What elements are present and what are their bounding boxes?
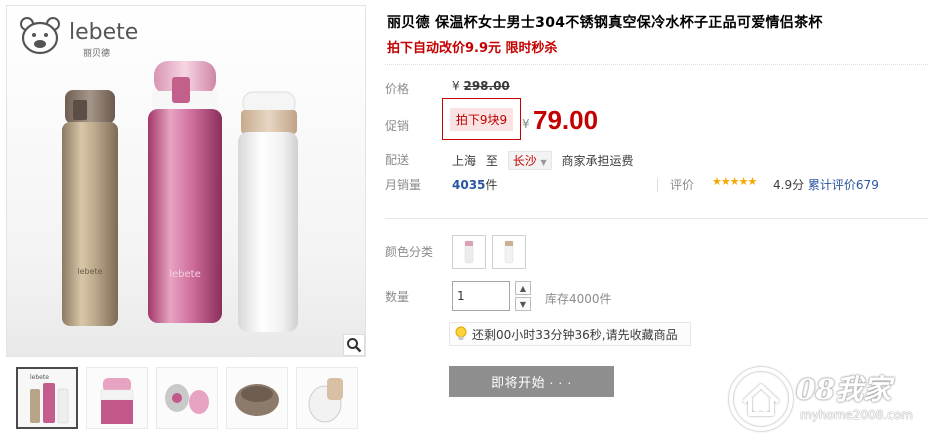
svg-text:lebete: lebete xyxy=(169,269,201,280)
brand-logo: lebete 丽贝德 xyxy=(15,12,165,60)
color-label: 颜色分类 xyxy=(385,245,434,259)
house-logo-icon xyxy=(729,367,793,431)
svg-text:lebete: lebete xyxy=(30,374,49,381)
magnifier-icon xyxy=(347,338,362,353)
zoom-button[interactable] xyxy=(343,334,365,356)
price-panel: 价格 ¥ 298.00 促销 拍下9块9 ¥ 79.00 配送 上海 至 长沙 … xyxy=(385,64,928,201)
white-bottle-image xyxy=(238,91,298,332)
product-subtitle: 拍下自动改价9.9元 限时秒杀 xyxy=(387,41,558,56)
lightbulb-icon xyxy=(455,326,467,340)
monthly-sales-label: 月销量 xyxy=(385,178,422,192)
monthly-sales: 4035件 xyxy=(452,178,498,192)
bear-logo-icon xyxy=(20,17,60,55)
product-gallery: lebete 丽贝德 lebete lebete lebete xyxy=(6,5,366,438)
gold-bottle-image: lebete xyxy=(62,90,118,326)
promo-tag: 拍下9块9 xyxy=(442,98,521,140)
thumbnail-3[interactable] xyxy=(156,367,218,429)
chevron-up-icon: ▲ xyxy=(519,283,527,293)
quantity-label: 数量 xyxy=(385,290,410,304)
color-swatch-white[interactable] xyxy=(492,235,526,269)
chevron-down-icon: ▼ xyxy=(519,299,527,309)
price-label: 价格 xyxy=(385,82,410,96)
svg-text:lebete: lebete xyxy=(77,267,102,276)
pink-bottle-image: lebete xyxy=(148,61,222,323)
currency-symbol: ¥ xyxy=(522,117,530,131)
thumbnail-5[interactable] xyxy=(296,367,358,429)
coming-soon-button[interactable]: 即将开始 · · · xyxy=(449,366,614,397)
shipping-info: 上海 至 长沙 ▼ 商家承担运费 xyxy=(452,151,634,170)
caret-down-icon: ▼ xyxy=(540,158,547,167)
section-divider xyxy=(385,218,928,219)
promo-price: 79.00 xyxy=(533,105,599,135)
review-count-link[interactable]: 累计评价679 xyxy=(808,178,879,192)
quantity-increase-button[interactable]: ▲ xyxy=(515,281,531,295)
original-price: ¥ 298.00 xyxy=(452,79,510,93)
countdown-tip: 还剩00小时33分钟36秒,请先收藏商品 xyxy=(449,322,691,346)
color-swatch-pink[interactable] xyxy=(452,235,486,269)
stock-count: 库存4000件 xyxy=(545,292,612,306)
rating-score: 4.9分 累计评价679 xyxy=(773,178,879,192)
sales-row: 月销量 4035件 评价 ★★★★★ 4.9分 累计评价679 xyxy=(385,175,928,199)
thumbnail-2[interactable] xyxy=(86,367,148,429)
city-selector[interactable]: 长沙 ▼ xyxy=(507,151,552,170)
site-watermark: 08我家 myhome2008.com xyxy=(722,360,928,438)
promo-label: 促销 xyxy=(385,119,410,133)
thumbnail-4[interactable] xyxy=(226,367,288,429)
thumbnail-1[interactable]: lebete xyxy=(16,367,78,429)
rating-label: 评价 xyxy=(670,178,695,192)
divider xyxy=(657,178,658,192)
shipping-label: 配送 xyxy=(385,153,410,167)
quantity-decrease-button[interactable]: ▼ xyxy=(515,297,531,311)
rating-stars-icon: ★★★★★ xyxy=(712,175,757,188)
quantity-input[interactable] xyxy=(452,281,510,311)
product-title: 丽贝德 保温杯女士男士304不锈钢真空保冷水杯子正品可爱情侣茶杯 xyxy=(387,15,823,31)
thumbnail-strip: lebete xyxy=(6,367,366,435)
main-product-image[interactable]: lebete 丽贝德 lebete lebete xyxy=(6,5,366,357)
